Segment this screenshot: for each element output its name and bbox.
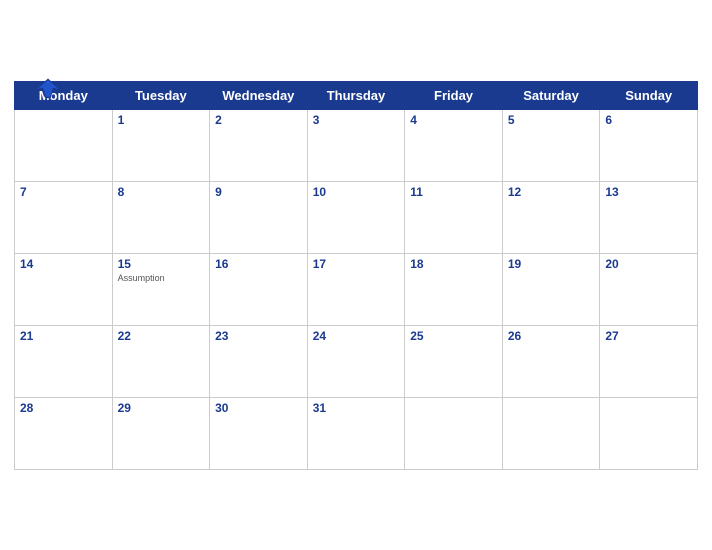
calendar-day-cell: 23 [210,325,308,397]
calendar-day-cell: 27 [600,325,698,397]
weekday-header-cell: Thursday [307,81,405,109]
calendar-day-cell: 20 [600,253,698,325]
calendar-day-cell: 7 [15,181,113,253]
day-number: 14 [20,257,107,271]
day-number: 22 [118,329,205,343]
day-number: 5 [508,113,595,127]
day-number: 1 [118,113,205,127]
weekday-header-cell: Friday [405,81,503,109]
day-number: 13 [605,185,692,199]
day-number: 19 [508,257,595,271]
day-number: 10 [313,185,400,199]
day-number: 24 [313,329,400,343]
weekday-header-row: MondayTuesdayWednesdayThursdayFridaySatu… [15,81,698,109]
calendar-day-cell: 14 [15,253,113,325]
calendar-day-cell: 10 [307,181,405,253]
calendar-day-cell: 3 [307,109,405,181]
weekday-header-cell: Tuesday [112,81,210,109]
calendar-thead: MondayTuesdayWednesdayThursdayFridaySatu… [15,81,698,109]
day-number: 6 [605,113,692,127]
calendar-wrapper: MondayTuesdayWednesdayThursdayFridaySatu… [0,67,712,484]
day-number: 26 [508,329,595,343]
calendar-day-cell [15,109,113,181]
calendar-day-cell: 2 [210,109,308,181]
logo-icon [34,77,62,101]
calendar-day-cell: 21 [15,325,113,397]
calendar-day-cell [405,397,503,469]
calendar-week-row: 14 15 Assumption 16 17 18 19 20 [15,253,698,325]
holiday-label: Assumption [118,273,205,284]
calendar-day-cell: 28 [15,397,113,469]
calendar-day-cell: 18 [405,253,503,325]
calendar-week-row: 28 29 30 31 [15,397,698,469]
calendar-day-cell: 25 [405,325,503,397]
day-number: 29 [118,401,205,415]
day-number: 27 [605,329,692,343]
calendar-day-cell: 8 [112,181,210,253]
day-number: 11 [410,185,497,199]
day-number: 3 [313,113,400,127]
calendar-day-cell: 26 [502,325,600,397]
calendar-day-cell: 13 [600,181,698,253]
calendar-day-cell: 29 [112,397,210,469]
calendar-day-cell: 17 [307,253,405,325]
weekday-header-cell: Saturday [502,81,600,109]
day-number: 16 [215,257,302,271]
calendar-day-cell: 9 [210,181,308,253]
calendar-day-cell: 31 [307,397,405,469]
day-number: 17 [313,257,400,271]
calendar-day-cell [502,397,600,469]
calendar-week-row: 123456 [15,109,698,181]
calendar-table: MondayTuesdayWednesdayThursdayFridaySatu… [14,81,698,470]
calendar-day-cell: 16 [210,253,308,325]
calendar-day-cell: 11 [405,181,503,253]
calendar-day-cell: 4 [405,109,503,181]
calendar-tbody: 123456789101112131415Assumption161718192… [15,109,698,469]
day-number: 15 [118,257,205,271]
calendar-day-cell [600,397,698,469]
calendar-day-cell: 1 [112,109,210,181]
calendar-day-cell: 30 [210,397,308,469]
calendar-day-cell: 19 [502,253,600,325]
calendar-day-cell: 15 Assumption [112,253,210,325]
day-number: 18 [410,257,497,271]
calendar-day-cell: 12 [502,181,600,253]
day-number: 7 [20,185,107,199]
calendar-day-cell: 22 [112,325,210,397]
day-number: 25 [410,329,497,343]
weekday-header-cell: Wednesday [210,81,308,109]
day-number: 21 [20,329,107,343]
calendar-day-cell: 24 [307,325,405,397]
calendar-day-cell: 6 [600,109,698,181]
logo-container [34,77,65,101]
day-number: 2 [215,113,302,127]
day-number: 8 [118,185,205,199]
calendar-week-row: 21 22 23 24 25 26 27 [15,325,698,397]
weekday-header-cell: Sunday [600,81,698,109]
day-number: 23 [215,329,302,343]
day-number: 30 [215,401,302,415]
day-number: 12 [508,185,595,199]
logo-area [14,77,84,101]
calendar-week-row: 789 10 11 12 13 [15,181,698,253]
day-number: 28 [20,401,107,415]
day-number: 9 [215,185,302,199]
day-number: 4 [410,113,497,127]
calendar-day-cell: 5 [502,109,600,181]
day-number: 31 [313,401,400,415]
day-number: 20 [605,257,692,271]
